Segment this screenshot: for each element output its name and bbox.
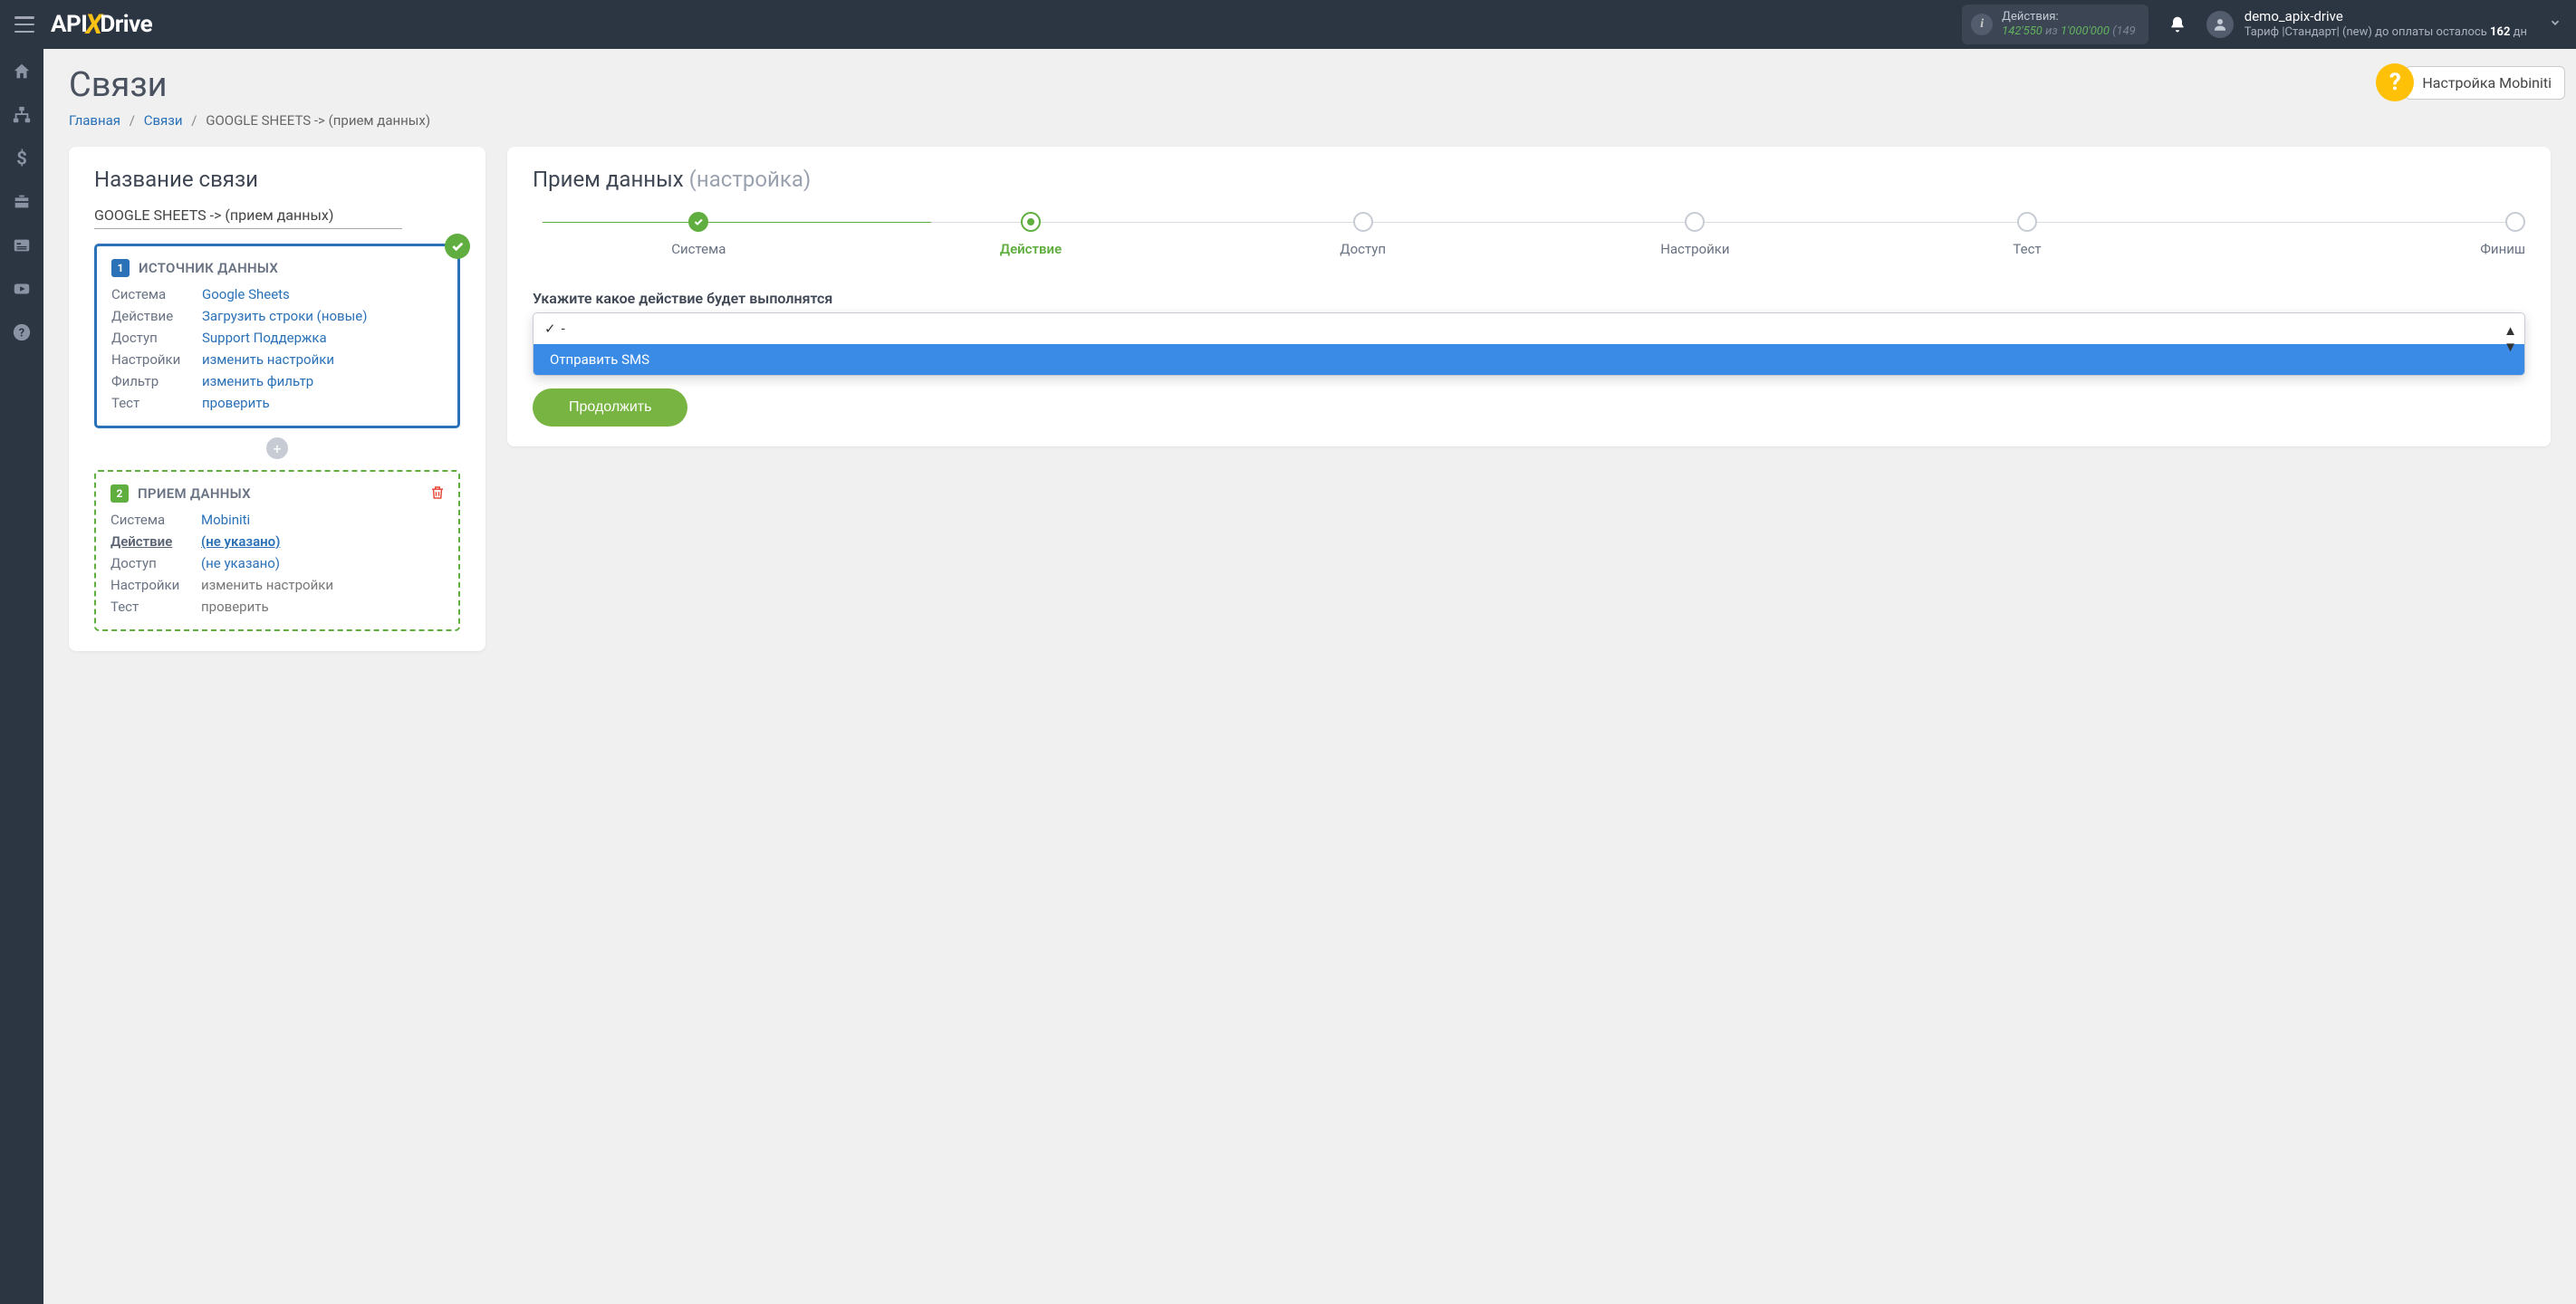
config-title: Прием данных (настройка) [533, 167, 2525, 192]
logo[interactable]: APIXDrive [51, 9, 152, 41]
help-pill[interactable]: ? Настройка Mobiniti [2376, 63, 2565, 101]
sidebar-connections-icon[interactable] [12, 105, 32, 125]
breadcrumb-home[interactable]: Главная [69, 112, 120, 129]
step-finish[interactable]: Финиш [2193, 212, 2525, 257]
actions-of: из [2045, 24, 2058, 38]
chevron-down-icon [2549, 16, 2562, 33]
dest-number: 2 [111, 484, 129, 503]
avatar-icon [2206, 11, 2234, 38]
user-name: demo_apix-drive [2244, 8, 2527, 26]
sidebar-youtube-icon[interactable] [12, 279, 32, 299]
content: ? Настройка Mobiniti Связи Главная / Свя… [43, 49, 2576, 1304]
dropdown-selected[interactable]: ✓- [533, 313, 2524, 344]
sidebar: $ ? [0, 49, 43, 1304]
connection-panel: Название связи GOOGLE SHEETS -> (прием д… [69, 147, 485, 651]
source-filter-link[interactable]: изменить фильтр [202, 373, 443, 389]
source-settings-link[interactable]: изменить настройки [202, 351, 443, 368]
source-system-link[interactable]: Google Sheets [202, 286, 443, 302]
dest-action-link[interactable]: (не указано) [201, 533, 444, 550]
bell-icon[interactable] [2168, 15, 2187, 34]
sidebar-help-icon[interactable]: ? [12, 322, 32, 342]
actions-tail: (149 [2112, 24, 2136, 38]
dest-title: ПРИЕМ ДАННЫХ [138, 485, 251, 502]
hamburger-icon[interactable] [14, 16, 34, 33]
step-test[interactable]: Тест [1861, 212, 2194, 257]
source-test-link[interactable]: проверить [202, 395, 443, 411]
page-title: Связи [69, 65, 2551, 105]
source-box[interactable]: 1 ИСТОЧНИК ДАННЫХ СистемаGoogle Sheets Д… [94, 244, 460, 428]
breadcrumb-current: GOOGLE SHEETS -> (прием данных) [206, 112, 430, 129]
dest-access-link[interactable]: (не указано) [201, 555, 444, 571]
source-title: ИСТОЧНИК ДАННЫХ [139, 260, 278, 276]
action-prompt: Укажите какое действие будет выполнятся [533, 290, 2525, 307]
sidebar-card-icon[interactable] [12, 235, 32, 255]
actions-total: 1'000'000 [2061, 24, 2110, 38]
connection-name-input[interactable]: GOOGLE SHEETS -> (прием данных) [94, 206, 402, 229]
app-header: APIXDrive i Действия: 142'550 из 1'000'0… [0, 0, 2576, 49]
dropdown-option-send-sms[interactable]: Отправить SMS [533, 344, 2524, 375]
actions-used: 142'550 [2002, 24, 2043, 38]
step-settings[interactable]: Настройки [1529, 212, 1861, 257]
help-label: Настройка Mobiniti [2405, 66, 2565, 100]
stepper: Система Действие Доступ Настройки [533, 212, 2525, 257]
dest-settings-link[interactable]: изменить настройки [201, 577, 444, 593]
trash-icon[interactable] [429, 484, 446, 501]
dest-system-link[interactable]: Mobiniti [201, 512, 444, 528]
step-access[interactable]: Доступ [1197, 212, 1529, 257]
add-step-button[interactable]: + [266, 437, 288, 459]
breadcrumb-links[interactable]: Связи [144, 112, 183, 129]
actions-label: Действия: [2002, 10, 2136, 24]
step-system[interactable]: Система [533, 212, 865, 257]
destination-box[interactable]: 2 ПРИЕМ ДАННЫХ СистемаMobiniti Действие(… [94, 470, 460, 631]
continue-button[interactable]: Продолжить [533, 388, 687, 427]
action-select[interactable]: ✓- Отправить SMS ▲▼ [533, 312, 2525, 376]
dest-test-link[interactable]: проверить [201, 599, 444, 615]
sidebar-billing-icon[interactable]: $ [12, 149, 32, 168]
source-number: 1 [111, 259, 130, 277]
info-icon: i [1971, 14, 1993, 35]
config-panel: Прием данных (настройка) Система Действи… [507, 147, 2551, 446]
source-action-link[interactable]: Загрузить строки (новые) [202, 308, 443, 324]
sidebar-briefcase-icon[interactable] [12, 192, 32, 212]
user-plan: Тариф |Стандарт| (new) до оплаты осталос… [2244, 25, 2527, 41]
source-access-link[interactable]: Support Поддержка [202, 330, 443, 346]
breadcrumb: Главная / Связи / GOOGLE SHEETS -> (прие… [69, 112, 2551, 129]
actions-counter[interactable]: i Действия: 142'550 из 1'000'000 (149 [1962, 5, 2148, 45]
svg-text:?: ? [19, 327, 24, 340]
step-action[interactable]: Действие [865, 212, 1197, 257]
sidebar-home-icon[interactable] [12, 62, 32, 82]
connection-panel-title: Название связи [94, 167, 460, 192]
user-menu[interactable]: demo_apix-drive Тариф |Стандарт| (new) д… [2206, 8, 2562, 41]
check-badge-icon [445, 234, 470, 259]
svg-text:$: $ [16, 149, 27, 168]
